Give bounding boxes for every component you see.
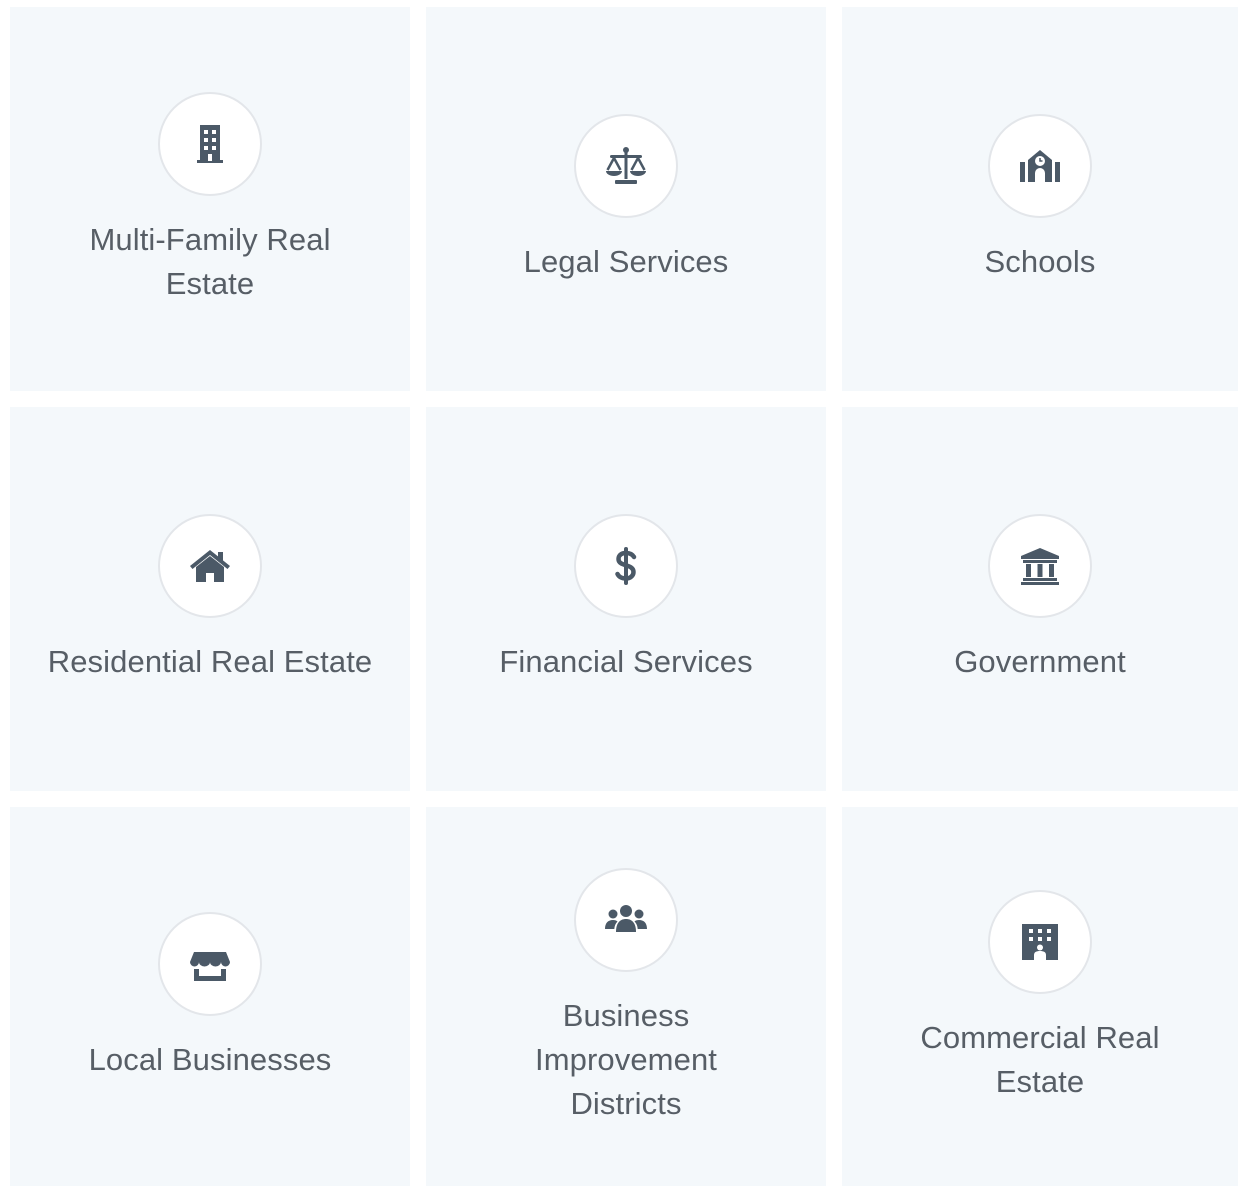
icon-circle <box>574 514 678 618</box>
icon-circle <box>574 867 678 972</box>
industry-label: Government <box>954 644 1126 679</box>
industry-card-schools[interactable]: Schools <box>842 7 1238 391</box>
industry-label: Residential Real Estate <box>47 644 373 679</box>
industry-card-financial-services[interactable]: Financial Services <box>426 407 826 791</box>
icon-circle <box>158 92 262 196</box>
icon-circle <box>158 514 262 618</box>
industry-card-government[interactable]: Government <box>842 407 1238 791</box>
industry-label: Commercial Real Estate <box>920 1019 1160 1099</box>
house-icon <box>190 550 230 582</box>
industry-label: Schools <box>984 244 1096 279</box>
scale-icon <box>606 147 646 184</box>
dollar-icon <box>615 547 637 585</box>
government-building-icon <box>1021 548 1059 585</box>
icon-circle <box>574 114 678 218</box>
people-group-icon <box>605 904 647 932</box>
industry-card-business-improvement-districts[interactable]: Business Improvement Districts <box>426 807 826 1186</box>
building-icon <box>197 125 223 163</box>
icon-circle <box>988 889 1092 994</box>
industry-label: Legal Services <box>523 244 729 279</box>
storefront-icon <box>190 951 230 981</box>
industries-grid: Multi-Family Real Estate Legal Services <box>10 7 1238 1186</box>
office-building-icon <box>1022 923 1058 960</box>
icon-circle <box>158 911 262 1016</box>
industry-card-residential-real-estate[interactable]: Residential Real Estate <box>10 407 410 791</box>
school-icon <box>1020 150 1060 182</box>
industry-label: Business Improvement Districts <box>535 997 717 1121</box>
industry-card-multi-family-real-estate[interactable]: Multi-Family Real Estate <box>10 7 410 391</box>
industry-card-local-businesses[interactable]: Local Businesses <box>10 807 410 1186</box>
industry-label: Multi-Family Real Estate <box>89 222 331 301</box>
icon-circle <box>988 514 1092 618</box>
industry-card-legal-services[interactable]: Legal Services <box>426 7 826 391</box>
industry-card-commercial-real-estate[interactable]: Commercial Real Estate <box>842 807 1238 1186</box>
industry-label: Financial Services <box>499 644 753 679</box>
industry-label: Local Businesses <box>88 1041 332 1077</box>
icon-circle <box>988 114 1092 218</box>
